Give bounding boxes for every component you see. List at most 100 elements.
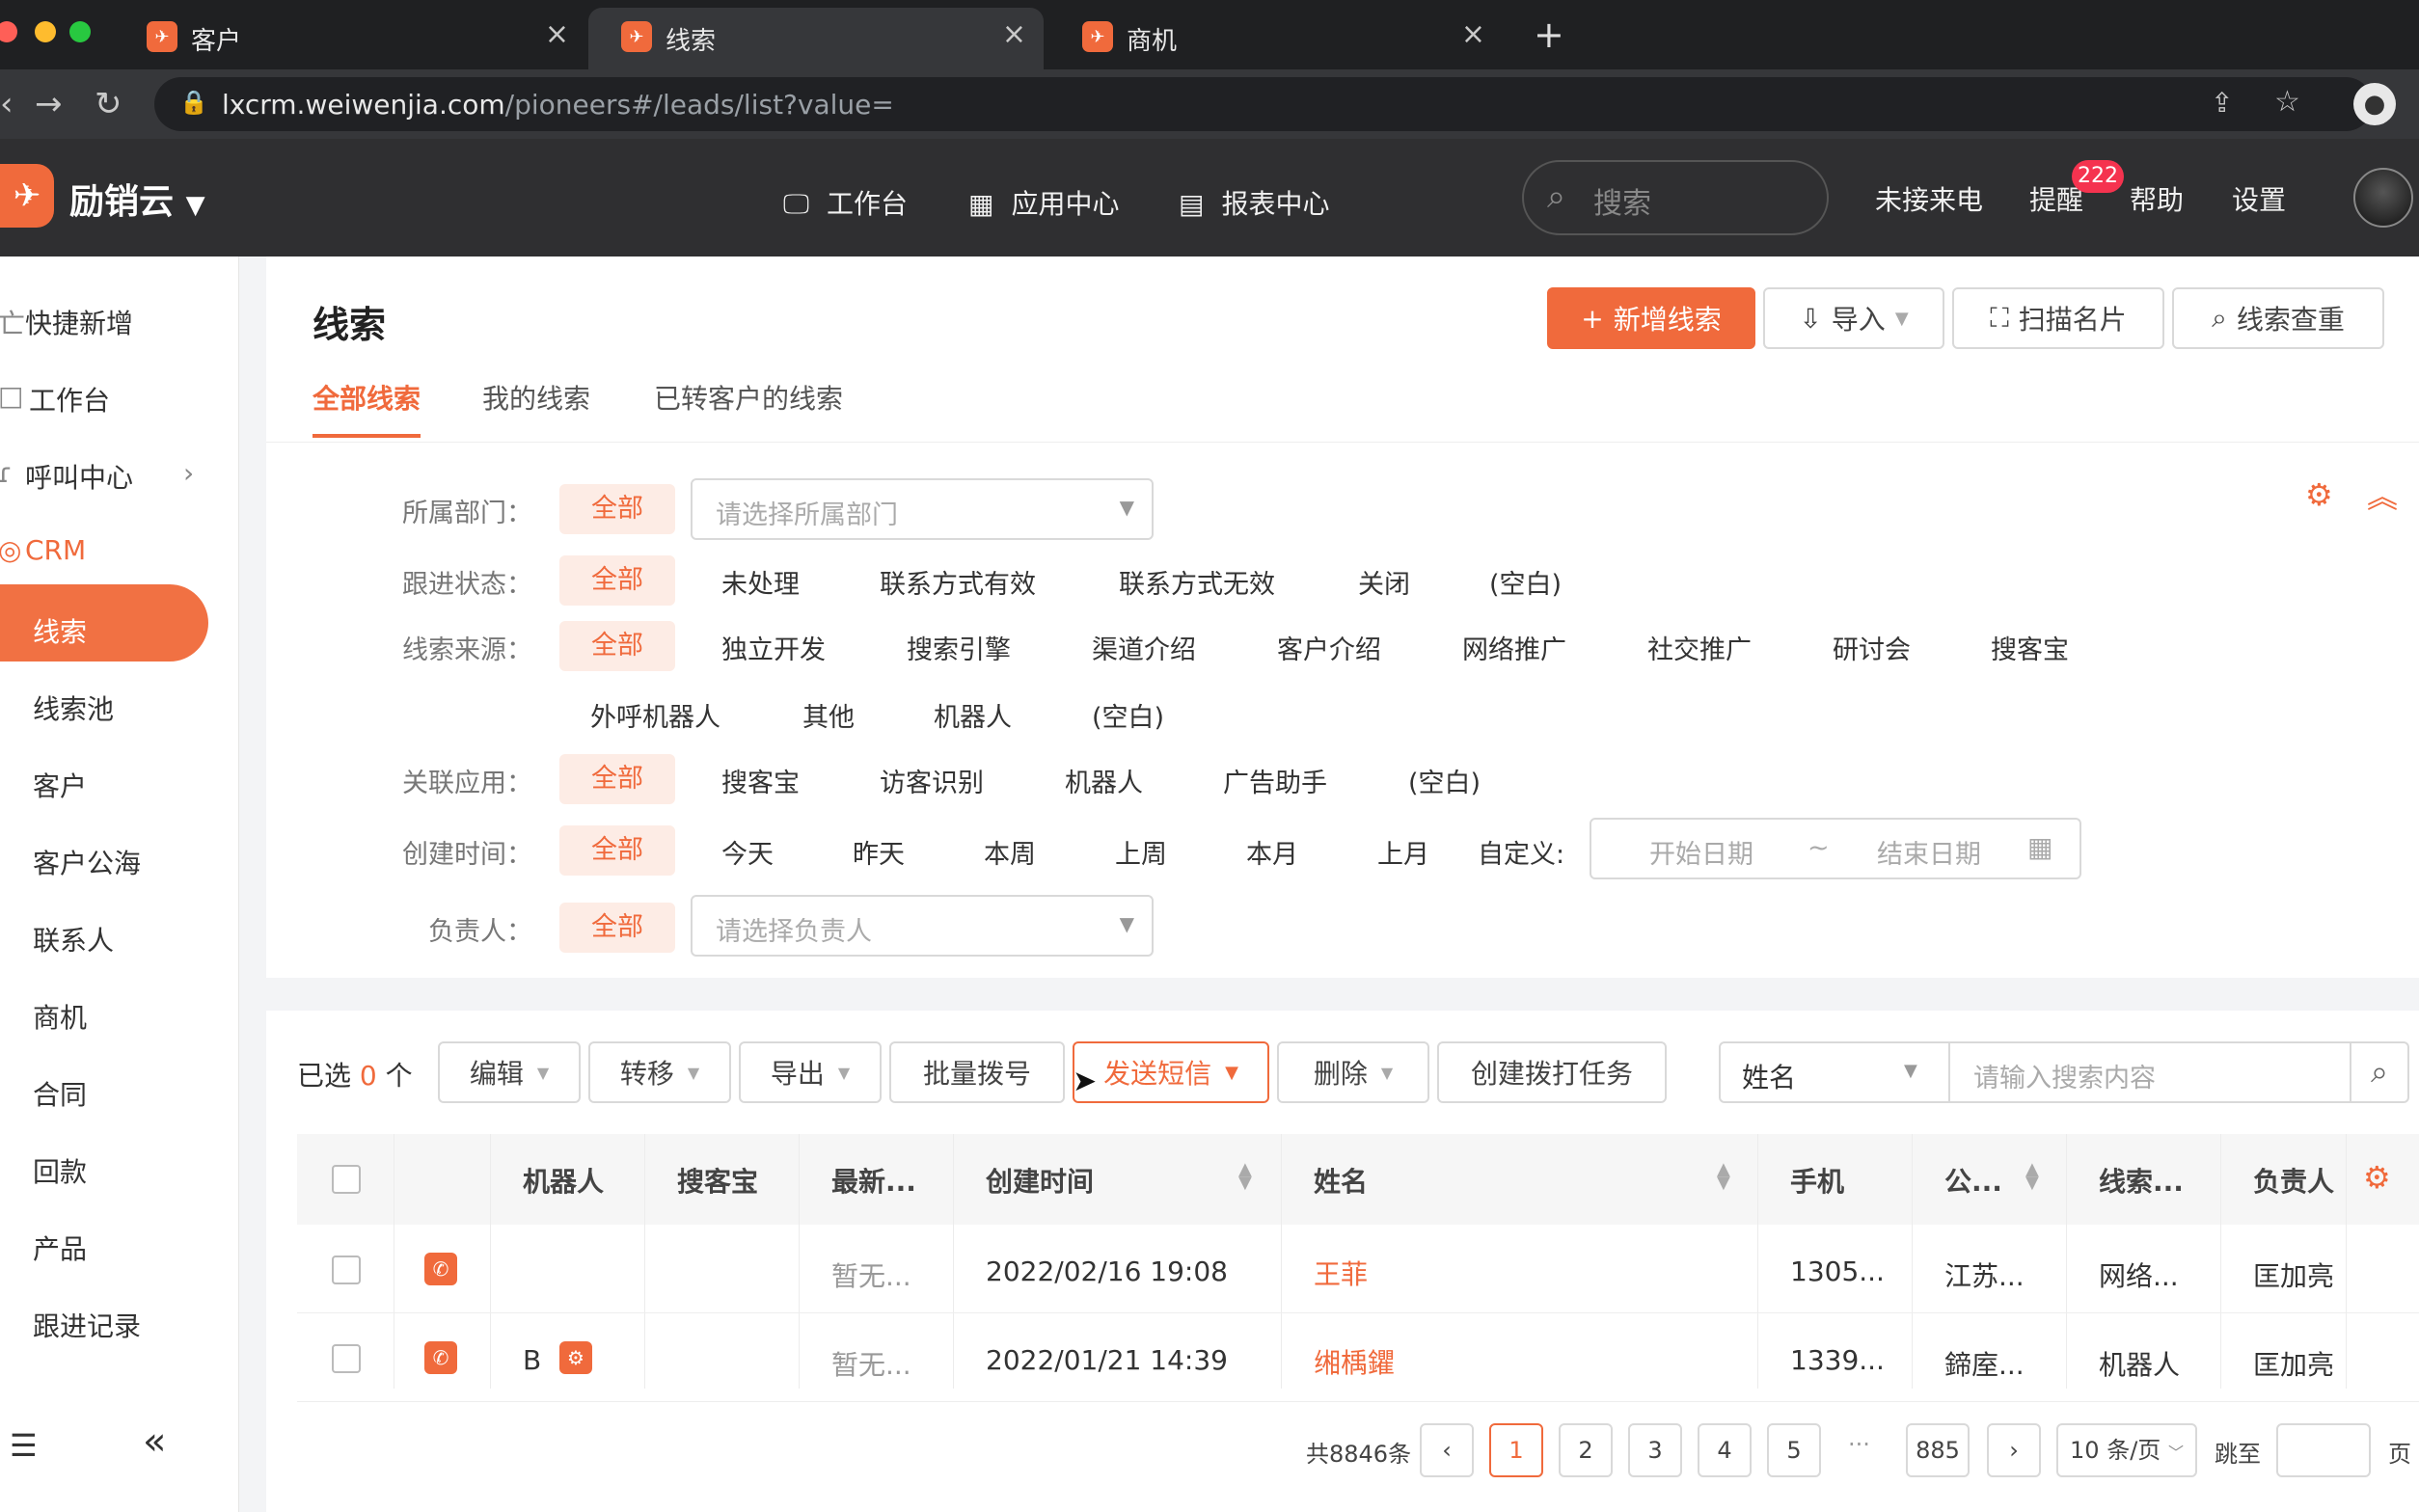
menu-settings-icon[interactable]: ☰ <box>10 1427 38 1464</box>
dept-select[interactable]: 请选择所属部门 ▼ <box>691 478 1154 540</box>
edit-button[interactable]: 编辑 ▼ <box>438 1041 581 1103</box>
status-option[interactable]: 联系方式有效 <box>880 563 1036 601</box>
create-dial-task-button[interactable]: 创建拨打任务 <box>1437 1041 1667 1103</box>
status-option[interactable]: (空白) <box>1489 563 1562 601</box>
source-option[interactable]: 网络推广 <box>1462 629 1566 666</box>
browser-tab-leads[interactable]: ✈ 线索 × <box>588 8 1044 69</box>
name-link[interactable]: 缃楀鑺 <box>1314 1342 1395 1381</box>
phone-icon[interactable]: ✆ <box>424 1341 457 1374</box>
nav-report-center[interactable]: ▤ 报表中心 <box>1179 183 1329 222</box>
select-all-checkbox[interactable] <box>332 1165 361 1194</box>
end-date-input[interactable]: 结束日期 <box>1877 833 1981 871</box>
delete-button[interactable]: 删除 ▼ <box>1277 1041 1429 1103</box>
tab-all-leads[interactable]: 全部线索 <box>313 378 421 417</box>
source-option[interactable]: 搜索引擎 <box>907 629 1011 666</box>
profile-icon[interactable]: ● <box>2353 83 2396 125</box>
browser-tab-opportunity[interactable]: ✈ 商机 × <box>1049 8 1503 69</box>
transfer-button[interactable]: 转移 ▼ <box>588 1041 731 1103</box>
status-option[interactable]: 未处理 <box>721 563 800 601</box>
reload-icon[interactable]: ↻ <box>95 85 122 123</box>
status-option[interactable]: 关闭 <box>1358 563 1410 601</box>
source-option[interactable]: 机器人 <box>934 696 1012 734</box>
sidebar-item-contacts[interactable]: 联系人 <box>0 908 239 966</box>
source-option[interactable]: 独立开发 <box>721 629 826 666</box>
app-option[interactable]: 搜客宝 <box>721 762 800 799</box>
source-all-chip[interactable]: 全部 <box>559 621 675 671</box>
page-5[interactable]: 5 <box>1767 1423 1821 1477</box>
app-option[interactable]: 机器人 <box>1065 762 1143 799</box>
sidebar-item-customers[interactable]: 客户 <box>0 754 239 812</box>
jump-page-input[interactable] <box>2276 1423 2371 1477</box>
status-option[interactable]: 联系方式无效 <box>1119 563 1275 601</box>
close-tab-icon[interactable]: × <box>1002 17 1026 51</box>
page-2[interactable]: 2 <box>1559 1423 1613 1477</box>
sidebar-item-quick-add[interactable]: 亡快捷新增 <box>0 291 239 349</box>
date-range-picker[interactable]: 开始日期 ~ 结束日期 ▦ <box>1590 818 2081 879</box>
app-all-chip[interactable]: 全部 <box>559 754 675 804</box>
url-bar[interactable]: 🔒 lxcrm.weiwenjia.com/pioneers#/leads/li… <box>154 77 2373 131</box>
gear-icon[interactable]: ⚙ <box>2305 476 2333 513</box>
time-option[interactable]: 上周 <box>1115 833 1167 871</box>
dedupe-leads-button[interactable]: ⌕ 线索查重 <box>2172 287 2384 349</box>
user-avatar[interactable] <box>2353 168 2413 228</box>
col-name[interactable]: 姓名 <box>1314 1161 1368 1200</box>
sidebar-item-leads[interactable]: 线索 <box>0 600 239 658</box>
global-search-input[interactable]: ⌕ 搜索 <box>1522 160 1829 235</box>
nav-workbench[interactable]: 🖵 工作台 <box>783 183 908 222</box>
name-link[interactable]: 王菲 <box>1314 1254 1368 1292</box>
sidebar-item-call-center[interactable]: ɾ 呼叫中心 › <box>0 446 239 503</box>
row-checkbox[interactable] <box>332 1344 361 1373</box>
page-4[interactable]: 4 <box>1698 1423 1752 1477</box>
search-icon[interactable]: ⌕ <box>2350 1041 2409 1103</box>
owner-select[interactable]: 请选择负责人 ▼ <box>691 895 1154 957</box>
scan-card-button[interactable]: ⛶ 扫描名片 <box>1952 287 2164 349</box>
maximize-window-dot[interactable] <box>69 21 91 42</box>
batch-dial-button[interactable]: 批量拨号 <box>889 1041 1065 1103</box>
sidebar-item-contracts[interactable]: 合同 <box>0 1063 239 1120</box>
sidebar-item-customer-pool[interactable]: 客户公海 <box>0 831 239 889</box>
import-button[interactable]: ⇩ 导入 ▼ <box>1763 287 1944 349</box>
table-search-input[interactable]: 请输入搜索内容 <box>1948 1041 2351 1103</box>
col-company[interactable]: 公... <box>1944 1161 2002 1200</box>
new-tab-icon[interactable]: + <box>1534 14 1564 56</box>
sort-icon[interactable]: ▲ ▼ <box>1717 1161 1730 1192</box>
nav-app-center[interactable]: ▦ 应用中心 <box>968 183 1119 222</box>
bookmark-star-icon[interactable]: ☆ <box>2274 85 2300 119</box>
time-option[interactable]: 本月 <box>1246 833 1298 871</box>
dept-all-chip[interactable]: 全部 <box>559 484 675 534</box>
source-option[interactable]: 社交推广 <box>1647 629 1752 666</box>
phone-icon[interactable]: ✆ <box>424 1253 457 1285</box>
owner-all-chip[interactable]: 全部 <box>559 903 675 953</box>
page-3[interactable]: 3 <box>1628 1423 1682 1477</box>
forward-icon[interactable]: → <box>35 85 63 123</box>
sidebar-item-followups[interactable]: 跟进记录 <box>0 1294 239 1352</box>
tab-my-leads[interactable]: 我的线索 <box>482 378 590 417</box>
sidebar-item-products[interactable]: 产品 <box>0 1217 239 1275</box>
row-checkbox[interactable] <box>332 1256 361 1284</box>
app-option[interactable]: 访客识别 <box>880 762 984 799</box>
close-tab-icon[interactable]: × <box>1461 17 1485 51</box>
source-option[interactable]: 其他 <box>802 696 855 734</box>
app-option[interactable]: (空白) <box>1408 762 1481 799</box>
time-option[interactable]: 本周 <box>984 833 1036 871</box>
gear-icon[interactable]: ⚙ <box>2363 1159 2391 1196</box>
time-option[interactable]: 昨天 <box>853 833 905 871</box>
sidebar-item-opportunities[interactable]: 商机 <box>0 986 239 1043</box>
sort-icon[interactable]: ▲ ▼ <box>2025 1161 2039 1192</box>
settings-link[interactable]: 设置 <box>2232 179 2286 218</box>
tab-converted-leads[interactable]: 已转客户的线索 <box>654 378 843 417</box>
browser-tab-customer[interactable]: ✈ 客户 × <box>114 8 586 69</box>
export-button[interactable]: 导出 ▼ <box>739 1041 882 1103</box>
source-option[interactable]: 渠道介绍 <box>1092 629 1196 666</box>
source-option[interactable]: (空白) <box>1092 696 1164 734</box>
back-icon[interactable]: ‹ <box>0 85 14 123</box>
source-option[interactable]: 客户介绍 <box>1277 629 1381 666</box>
time-all-chip[interactable]: 全部 <box>559 825 675 876</box>
app-option[interactable]: 广告助手 <box>1223 762 1327 799</box>
sidebar-item-workbench[interactable]: □ 工作台 <box>0 368 239 426</box>
prev-page-icon[interactable]: ‹ <box>1420 1423 1474 1477</box>
time-option[interactable]: 今天 <box>721 833 774 871</box>
source-option[interactable]: 外呼机器人 <box>590 696 720 734</box>
sort-icon[interactable]: ▲ ▼ <box>1238 1161 1252 1192</box>
start-date-input[interactable]: 开始日期 <box>1649 833 1753 871</box>
